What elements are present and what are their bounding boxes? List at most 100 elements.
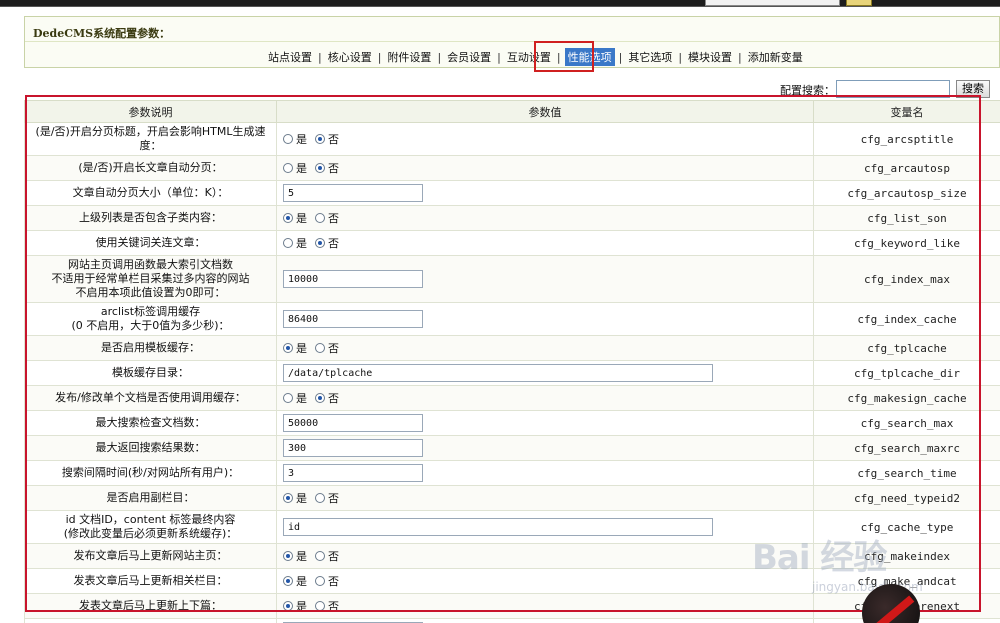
top-bar	[0, 0, 1000, 7]
param-input[interactable]: 300	[283, 439, 423, 457]
param-value: /data/tplcache	[276, 360, 814, 386]
radio-no[interactable]	[315, 238, 325, 248]
radio-no[interactable]	[315, 163, 325, 173]
param-input[interactable]: 5	[283, 184, 423, 202]
tab-2[interactable]: 核心设置	[326, 48, 374, 66]
param-desc: 网站主页调用函数最大索引文档数 不适用于经常单栏目采集过多内容的网站 不启用本项此值…	[24, 255, 277, 303]
param-desc: (是/否)开启分页标题，开启会影响HTML生成速度：	[24, 122, 277, 156]
param-desc-line: 发布文章后马上更新网站主页：	[73, 549, 228, 562]
radio-no-label: 否	[328, 133, 339, 146]
radio-no[interactable]	[315, 601, 325, 611]
table-row: (是/否)开启分页标题，开启会影响HTML生成速度：是否 cfg_arcsptit…	[24, 122, 1000, 156]
radio-no[interactable]	[315, 134, 325, 144]
table-row: 使用关键词关连文章：是否 cfg_keyword_like	[24, 230, 1000, 256]
param-input[interactable]: 86400	[283, 310, 423, 328]
config-table: 参数说明 参数值 变量名 (是/否)开启分页标题，开启会影响HTML生成速度： 是…	[24, 100, 1000, 623]
table-row: 搜索间隔时间(秒/对网站所有用户)： 3 cfg_search_time	[24, 460, 1000, 486]
config-tabs: 站点设置 | 核心设置 | 附件设置 | 会员设置 | 互动设置 | 性能选项 | 其它选项 | 模块设置 |…	[0, 48, 1000, 66]
param-desc: 发布/修改单个文档是否使用调用缓存：	[24, 385, 277, 411]
radio-no[interactable]	[315, 213, 325, 223]
radio-group: 是否	[283, 235, 347, 251]
param-desc-line: 发表文章后马上更新上下篇：	[79, 599, 222, 612]
table-row: 模板缓存目录： /data/tplcache cfg_tplcache_dir	[24, 360, 1000, 386]
param-var: cfg_list_son	[813, 205, 1000, 231]
param-desc-line: id 文档ID，content 标签最终内容	[65, 513, 236, 526]
param-desc: 需缓存内容全局缓存时间(秒)：	[24, 618, 277, 623]
param-value: 是否	[276, 155, 814, 181]
top-search-button[interactable]	[846, 0, 872, 6]
param-desc-line: 搜索间隔时间(秒/对网站所有用户)：	[61, 466, 240, 479]
param-desc: 搜索间隔时间(秒/对网站所有用户)：	[24, 460, 277, 486]
radio-yes[interactable]	[283, 343, 293, 353]
param-input[interactable]: 3	[283, 464, 423, 482]
param-input[interactable]: 10000	[283, 270, 423, 288]
param-var: cfg_tplcache	[813, 335, 1000, 361]
table-row: arclist标签调用缓存 (0 不启用，大于0值为多少秒)： 86400 cfg_i…	[24, 302, 1000, 336]
header-desc: 参数说明	[24, 100, 277, 123]
param-input[interactable]: 50000	[283, 414, 423, 432]
radio-no[interactable]	[315, 343, 325, 353]
radio-yes[interactable]	[283, 576, 293, 586]
tab-separator: |	[618, 51, 623, 64]
top-search-input[interactable]	[705, 0, 840, 6]
radio-no[interactable]	[315, 493, 325, 503]
tab-8[interactable]: 模块设置	[686, 48, 734, 66]
radio-no-label: 否	[328, 392, 339, 405]
radio-yes[interactable]	[283, 213, 293, 223]
table-row: 网站主页调用函数最大索引文档数 不适用于经常单栏目采集过多内容的网站 不启用本项此值…	[24, 255, 1000, 303]
radio-no[interactable]	[315, 393, 325, 403]
tab-9[interactable]: 添加新变量	[746, 48, 805, 66]
tab-7[interactable]: 其它选项	[626, 48, 674, 66]
radio-yes[interactable]	[283, 238, 293, 248]
param-desc-line: 发布/修改单个文档是否使用调用缓存：	[55, 391, 246, 404]
radio-group: 是否	[283, 340, 347, 356]
radio-group: 是否	[283, 160, 347, 176]
table-header-row: 参数说明 参数值 变量名	[24, 100, 1000, 123]
tab-separator: |	[497, 51, 501, 64]
table-row: 上级列表是否包含子类内容：是否 cfg_list_son	[24, 205, 1000, 231]
param-desc: 最大搜索检查文档数：	[24, 410, 277, 436]
radio-no[interactable]	[315, 551, 325, 561]
radio-no-label: 否	[328, 600, 339, 613]
table-row: 发布/修改单个文档是否使用调用缓存： 是 否 cfg_makesign_cache	[24, 385, 1000, 411]
radio-yes[interactable]	[283, 393, 293, 403]
param-desc-line: 最大搜索检查文档数：	[95, 416, 206, 429]
radio-yes[interactable]	[283, 551, 293, 561]
tab-4[interactable]: 会员设置	[445, 48, 493, 66]
radio-yes[interactable]	[283, 134, 293, 144]
panel-divider	[25, 41, 999, 42]
param-desc: 是否启用模板缓存：	[24, 335, 277, 361]
param-desc-line: 使用关键词关连文章：	[95, 236, 206, 249]
radio-yes[interactable]	[283, 163, 293, 173]
param-input[interactable]: id	[283, 518, 713, 536]
param-input[interactable]: /data/tplcache	[283, 364, 713, 382]
table-row: 是否启用副栏目：是否 cfg_need_typeid2	[24, 485, 1000, 511]
config-table-wrapper: 参数说明 参数值 变量名 (是/否)开启分页标题，开启会影响HTML生成速度： 是…	[24, 100, 1000, 623]
radio-no[interactable]	[315, 576, 325, 586]
param-var: cfg_makeindex	[813, 543, 1000, 569]
param-desc: 使用关键词关连文章：	[24, 230, 277, 256]
radio-group: 是否	[283, 598, 347, 614]
param-desc-line: 模板缓存目录：	[112, 366, 189, 379]
radio-yes-label: 是	[296, 392, 307, 405]
param-value: 是否	[276, 122, 814, 156]
param-var: cfg_search_max	[813, 410, 1000, 436]
tab-1[interactable]: 站点设置	[266, 48, 314, 66]
param-value: 是否	[276, 205, 814, 231]
radio-no-label: 否	[328, 212, 339, 225]
table-row: 最大返回搜索结果数： 300 cfg_search_maxrc	[24, 435, 1000, 461]
tab-separator: |	[377, 51, 382, 64]
radio-yes[interactable]	[283, 493, 293, 503]
param-var: cfg_arcsptitle	[813, 122, 1000, 156]
tab-3[interactable]: 附件设置	[385, 48, 433, 66]
param-var: cfg_makesign_cache	[813, 385, 1000, 411]
param-desc-line: arclist标签调用缓存	[100, 305, 201, 318]
config-search-input[interactable]	[836, 80, 950, 98]
radio-yes[interactable]	[283, 601, 293, 611]
table-row: 需缓存内容全局缓存时间(秒)：30000cfg_puccache_time	[24, 618, 1000, 623]
config-search-label: 配置搜索：	[780, 84, 835, 97]
tab-separator: |	[437, 51, 442, 64]
param-var: cfg_need_typeid2	[813, 485, 1000, 511]
config-search-button[interactable]: 搜索	[956, 80, 990, 98]
param-desc-line: (是/否)开启长文章自动分页：	[78, 161, 223, 174]
